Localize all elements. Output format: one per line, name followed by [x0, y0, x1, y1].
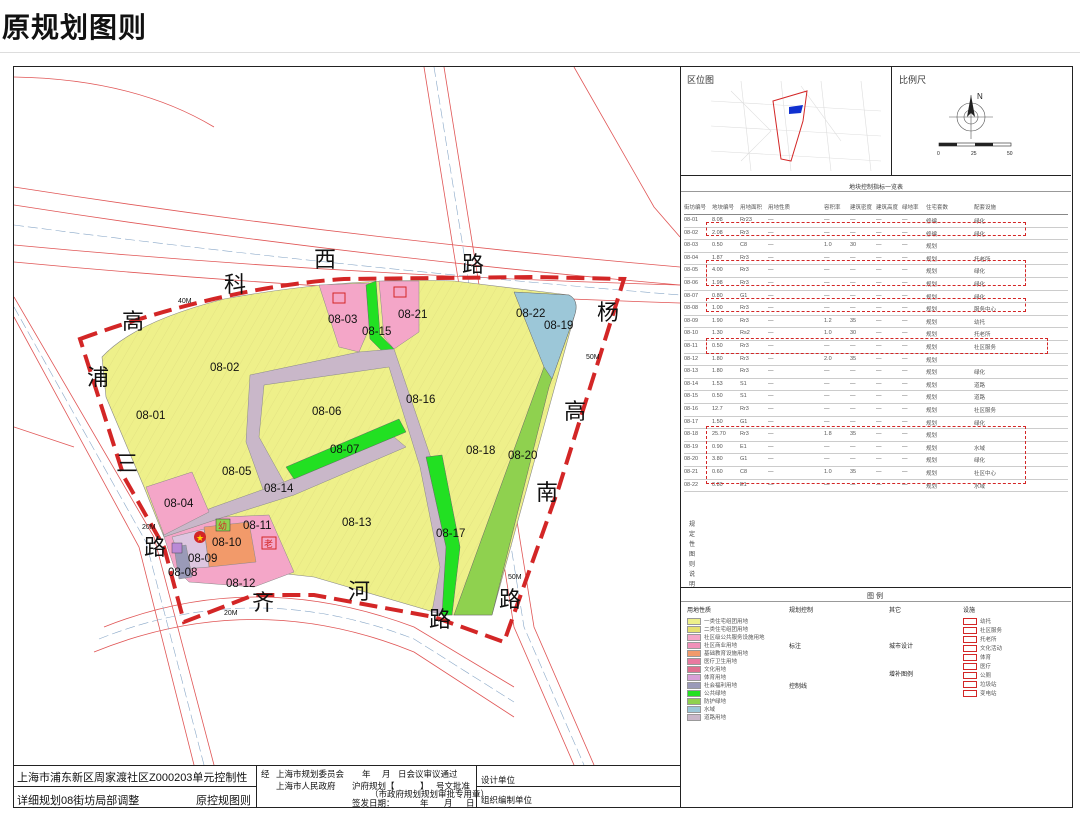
- parcel-label: 08-05: [222, 466, 251, 478]
- title-divider: [0, 52, 1080, 53]
- road-label: 三: [116, 451, 138, 476]
- road-label: 杨: [597, 300, 619, 325]
- parcel-label: 08-22: [516, 308, 545, 320]
- parcel-label: 08-15: [362, 326, 391, 338]
- project-name-line1: 上海市浦东新区周家渡社区Z000203单元控制性: [17, 772, 248, 784]
- table-row: 08-16 12.7 Rr3— — — — — 规划 社区服务: [684, 403, 1068, 417]
- road-label: 科: [224, 272, 246, 297]
- road-label: 南: [536, 480, 558, 505]
- parcel-label: 08-14: [264, 483, 294, 495]
- star-icon: ★: [196, 533, 204, 543]
- location-map: [711, 81, 881, 171]
- highlight-box: [706, 298, 1026, 312]
- drawing-name: 原控规图则: [196, 795, 251, 807]
- parcel-label: 08-20: [508, 450, 537, 462]
- parcel-label: 08-12: [226, 578, 255, 590]
- parcel-label: 08-01: [136, 410, 165, 422]
- parcel-label: 08-13: [342, 517, 371, 529]
- table-title: 地块控制指标一览表: [849, 185, 904, 191]
- parcel-label: 08-10: [212, 537, 241, 549]
- parcel-label: 08-21: [398, 309, 427, 321]
- road-label: 浦: [87, 365, 109, 390]
- road-width: 40M: [178, 298, 192, 305]
- road-label: 齐: [252, 590, 274, 615]
- location-map-label: 区位图: [687, 75, 715, 85]
- table-row: 08-13 1.80 Rr3— — — — — 规划 绿化: [684, 365, 1068, 379]
- kindergarten-icon: 幼: [218, 520, 227, 531]
- parcel-label: 08-09: [188, 553, 217, 565]
- design-unit: 设计单位: [481, 775, 516, 785]
- svg-text:0: 0: [937, 151, 940, 157]
- side-note: 规定性图则说明: [689, 522, 696, 588]
- table-row: 08-03 0.50 C8—1.0 30— — 规划: [684, 239, 1068, 253]
- table-row: 08-15 0.50 S1— — — — — 规划 道路: [684, 390, 1068, 404]
- north-label: N: [977, 92, 983, 101]
- road-label: 路: [429, 607, 451, 632]
- svg-text:25: 25: [971, 151, 977, 157]
- parcel-label: 08-04: [164, 498, 194, 510]
- parcel-label: 08-11: [243, 520, 272, 532]
- planning-map: 幼 老 ★ 科 西 路 高 浦 三 路 杨 高 南 路 齐 河 路 40M 50…: [14, 67, 680, 765]
- road-width: 20M: [224, 610, 238, 617]
- road-label: 高: [564, 399, 586, 424]
- highlight-box: [706, 426, 1026, 484]
- road-label: 高: [122, 309, 144, 334]
- svg-text:50: 50: [1007, 151, 1013, 157]
- table-header: 街坊编号 地块编号 用地面积 用地性质 容积率 建筑密度 建筑高度 绿地率 住宅…: [684, 200, 1068, 215]
- parcel-label: 08-03: [328, 314, 357, 326]
- page-title: 原规划图则: [2, 12, 148, 43]
- road-width: 20M: [142, 524, 156, 531]
- parcel-label: 08-02: [210, 362, 239, 374]
- org-unit: 组织编制单位: [481, 795, 533, 805]
- road-label: 河: [348, 579, 370, 604]
- road-label: 路: [499, 587, 521, 612]
- road-label: 路: [462, 252, 484, 277]
- compass-rose: N 0 25 50: [937, 92, 1013, 157]
- parcel-label: 08-07: [330, 444, 359, 456]
- road-label: 路: [144, 535, 166, 560]
- table-row: 08-12 1.80 Rr3—2.0 35— — 规划: [684, 353, 1068, 367]
- parcel-label: 08-19: [544, 320, 573, 332]
- parcel-label: 08-08: [168, 567, 197, 579]
- road-width: 50M: [586, 354, 600, 361]
- highlight-box: [706, 338, 1048, 354]
- parcel-label: 08-06: [312, 406, 341, 418]
- road-label: 西: [314, 247, 336, 272]
- highlight-box: [706, 222, 1026, 236]
- parcel-label: 08-17: [436, 528, 465, 540]
- table-row: 08-09 1.90 Rr3—1.2 35— — 规划 幼托: [684, 315, 1068, 329]
- table-row: 08-14 1.53 S1— — — — — 规划 道路: [684, 378, 1068, 392]
- parcel-label: 08-18: [466, 445, 495, 457]
- project-name-line2: 详细规划08街坊局部调整: [17, 795, 140, 807]
- scale-label: 比例尺: [899, 75, 927, 85]
- legend-title: 图 例: [867, 593, 883, 600]
- parcel-label: 08-16: [406, 394, 435, 406]
- road-width: 50M: [508, 574, 522, 581]
- elderly-icon: 老: [264, 538, 273, 549]
- highlight-box: [706, 260, 1026, 286]
